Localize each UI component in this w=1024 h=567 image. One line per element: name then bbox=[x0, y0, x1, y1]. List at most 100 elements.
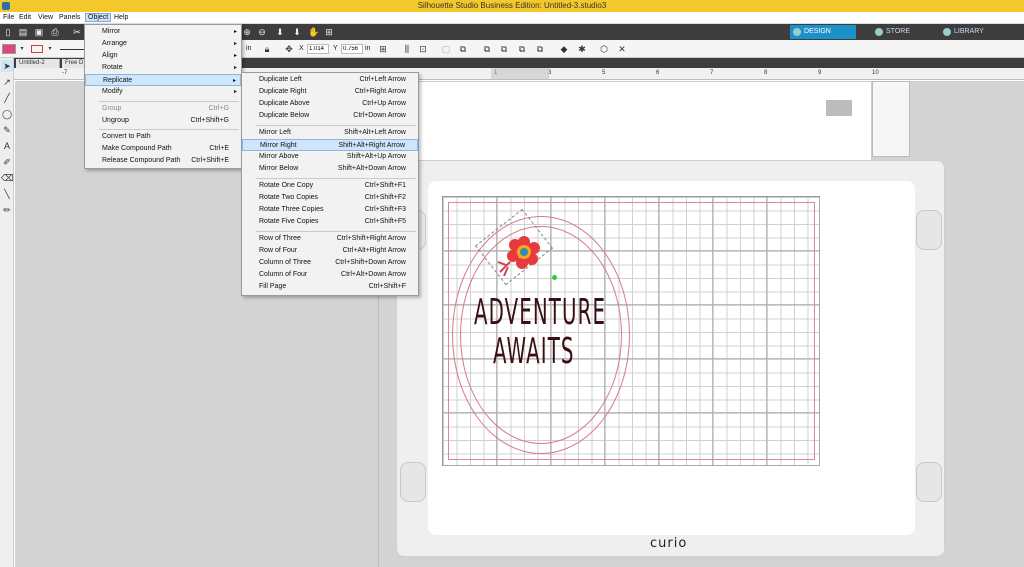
menu-item-duplicate-below[interactable]: Duplicate Below Ctrl+Down Arrow bbox=[242, 110, 418, 122]
ellipse-tool-icon[interactable]: ◯ bbox=[1, 108, 13, 120]
zoom-icon[interactable]: ⊕ bbox=[242, 27, 252, 37]
menu-item-column-of-four[interactable]: Column of Four Ctrl+Alt+Down Arrow bbox=[242, 269, 418, 281]
menu-item-mirror-right[interactable]: Mirror Right Shift+Alt+Right Arrow bbox=[242, 139, 418, 151]
pan-hand-icon[interactable]: ✋ bbox=[308, 27, 319, 37]
menu-help[interactable]: Help bbox=[114, 14, 128, 21]
3d-box-icon[interactable]: ⬡ bbox=[599, 44, 609, 54]
tab-library-label: LIBRARY bbox=[954, 28, 984, 35]
menu-separator bbox=[256, 125, 416, 126]
menu-item-fill-page[interactable]: Fill Page Ctrl+Shift+F bbox=[242, 281, 418, 293]
menu-item-align[interactable]: Align ▸ bbox=[85, 50, 241, 62]
x-position-field[interactable] bbox=[307, 44, 329, 54]
menu-item-row-of-four[interactable]: Row of Four Ctrl+Alt+Right Arrow bbox=[242, 245, 418, 257]
move-icon[interactable]: ✥ bbox=[284, 44, 294, 54]
flower-icon[interactable] bbox=[496, 232, 548, 276]
crop-icon[interactable]: ⧉ bbox=[535, 44, 545, 54]
menu-item-convert-to-path[interactable]: Convert to Path bbox=[85, 131, 241, 143]
ruler-label: 9 bbox=[818, 70, 822, 76]
line-color-swatch[interactable] bbox=[31, 45, 43, 53]
menu-bar: File Edit View Panels Object Help bbox=[0, 12, 1024, 24]
menu-item-duplicate-left[interactable]: Duplicate Left Ctrl+Left Arrow bbox=[242, 74, 418, 86]
text-tool-icon[interactable]: A bbox=[1, 140, 13, 152]
save-icon[interactable]: ▣ bbox=[34, 27, 44, 37]
edit-points-icon[interactable]: ↗ bbox=[1, 76, 13, 88]
zoom-fit-icon[interactable]: ⬇ bbox=[275, 27, 285, 37]
subtract-icon[interactable]: ⧉ bbox=[499, 44, 509, 54]
doc-tab-free[interactable]: Free D bbox=[62, 59, 86, 68]
menu-item-mirror-above[interactable]: Mirror Above Shift+Alt+Up Arrow bbox=[242, 151, 418, 163]
design-text-line1[interactable]: ADVENTURE bbox=[474, 292, 606, 333]
ruler-label: 6 bbox=[656, 70, 660, 76]
menu-item-release-compound-path[interactable]: Release Compound Path Ctrl+Shift+E bbox=[85, 155, 241, 167]
star-icon[interactable]: ✱ bbox=[577, 44, 587, 54]
menu-item-mirror-below[interactable]: Mirror Below Shift+Alt+Down Arrow bbox=[242, 163, 418, 175]
chevron-right-icon: ▸ bbox=[233, 53, 237, 59]
menu-item-replicate[interactable]: Replicate ▸ bbox=[85, 74, 241, 86]
y-position-field[interactable] bbox=[341, 44, 363, 54]
menu-item-group[interactable]: Group Ctrl+G bbox=[85, 103, 241, 115]
knife-icon[interactable]: ╲ bbox=[1, 188, 13, 200]
pencil-icon[interactable]: ✎ bbox=[1, 124, 13, 136]
menu-view[interactable]: View bbox=[38, 14, 53, 21]
align-icon[interactable]: ⫼ bbox=[402, 44, 412, 54]
menu-item-rotate[interactable]: Rotate ▸ bbox=[85, 62, 241, 74]
rotate-handle[interactable] bbox=[552, 275, 557, 280]
menu-item-ungroup[interactable]: Ungroup Ctrl+Shift+G bbox=[85, 115, 241, 127]
object-menu: Mirror ▸ Arrange ▸ Align ▸ Rotate ▸ Replicat… bbox=[84, 24, 242, 169]
ungroup-icon[interactable]: ⧉ bbox=[458, 44, 468, 54]
menu-item-row-of-three[interactable]: Row of Three Ctrl+Shift+Right Arrow bbox=[242, 233, 418, 245]
offset-icon[interactable]: ◆ bbox=[559, 44, 569, 54]
print-icon[interactable]: ⎙ bbox=[50, 27, 60, 37]
open-folder-icon[interactable]: ▤ bbox=[18, 27, 28, 37]
line-style[interactable] bbox=[60, 49, 84, 50]
design-text-line2[interactable]: AWAITS bbox=[493, 331, 575, 372]
menu-separator bbox=[99, 101, 239, 102]
menu-item-make-compound-path[interactable]: Make Compound Path Ctrl+E bbox=[85, 143, 241, 155]
draw-icon[interactable]: ✐ bbox=[1, 156, 13, 168]
chevron-down-icon[interactable]: ▾ bbox=[17, 44, 27, 54]
zoom-out-icon[interactable]: ⊖ bbox=[257, 27, 267, 37]
menu-panels[interactable]: Panels bbox=[59, 14, 80, 21]
menu-item-arrange[interactable]: Arrange ▸ bbox=[85, 38, 241, 50]
pointer-icon[interactable]: ➤ bbox=[1, 60, 13, 72]
chevron-down-icon[interactable]: ▾ bbox=[45, 44, 55, 54]
fill-color-swatch[interactable] bbox=[2, 44, 16, 54]
eraser-icon[interactable]: ⌫ bbox=[1, 172, 14, 184]
menu-item-rotate-five-copies[interactable]: Rotate Five Copies Ctrl+Shift+F5 bbox=[242, 216, 418, 228]
unit-label: in bbox=[246, 45, 252, 52]
doc-tab-untitled-2[interactable]: Untitled-2 bbox=[16, 59, 60, 68]
cloud-icon bbox=[943, 28, 951, 36]
grid-icon[interactable]: ⊞ bbox=[378, 44, 388, 54]
fit-page-icon[interactable]: ⊞ bbox=[324, 27, 334, 37]
menu-item-modify[interactable]: Modify ▸ bbox=[85, 86, 241, 98]
page-edge bbox=[872, 81, 910, 157]
menu-object[interactable]: Object bbox=[85, 13, 112, 22]
menu-item-duplicate-above[interactable]: Duplicate Above Ctrl+Up Arrow bbox=[242, 98, 418, 110]
center-icon[interactable]: ⊡ bbox=[418, 44, 428, 54]
menu-item-duplicate-right[interactable]: Duplicate Right Ctrl+Right Arrow bbox=[242, 86, 418, 98]
new-file-icon[interactable]: ▯ bbox=[3, 27, 13, 37]
menu-item-mirror-left[interactable]: Mirror Left Shift+Alt+Left Arrow bbox=[242, 127, 418, 139]
lock-icon[interactable]: 🔒︎ bbox=[262, 44, 272, 54]
menu-item-mirror[interactable]: Mirror ▸ bbox=[85, 26, 241, 38]
close-icon[interactable]: ✕ bbox=[617, 44, 627, 54]
menu-item-rotate-one-copy[interactable]: Rotate One Copy Ctrl+Shift+F1 bbox=[242, 180, 418, 192]
menu-item-column-of-three[interactable]: Column of Three Ctrl+Shift+Down Arrow bbox=[242, 257, 418, 269]
download-icon[interactable]: ⬇ bbox=[292, 27, 302, 37]
group-icon[interactable]: ▢ bbox=[441, 44, 451, 54]
tab-store[interactable]: STORE bbox=[872, 25, 930, 39]
menu-item-rotate-two-copies[interactable]: Rotate Two Copies Ctrl+Shift+F2 bbox=[242, 192, 418, 204]
intersect-icon[interactable]: ⧉ bbox=[517, 44, 527, 54]
mat-tab bbox=[916, 210, 942, 250]
menu-file[interactable]: File bbox=[3, 14, 14, 21]
chevron-right-icon: ▸ bbox=[233, 89, 237, 95]
line-tool-icon[interactable]: ╱ bbox=[1, 92, 13, 104]
tab-design[interactable]: DESIGN bbox=[790, 25, 856, 39]
menu-edit[interactable]: Edit bbox=[19, 14, 31, 21]
replicate-submenu: Duplicate Left Ctrl+Left Arrow Duplicate … bbox=[241, 72, 419, 296]
menu-item-rotate-three-copies[interactable]: Rotate Three Copies Ctrl+Shift+F3 bbox=[242, 204, 418, 216]
cut-icon[interactable]: ✂ bbox=[72, 27, 82, 37]
eyedropper-icon[interactable]: ✏ bbox=[1, 204, 13, 216]
tab-library[interactable]: LIBRARY bbox=[940, 25, 1000, 39]
weld-icon[interactable]: ⧉ bbox=[482, 44, 492, 54]
